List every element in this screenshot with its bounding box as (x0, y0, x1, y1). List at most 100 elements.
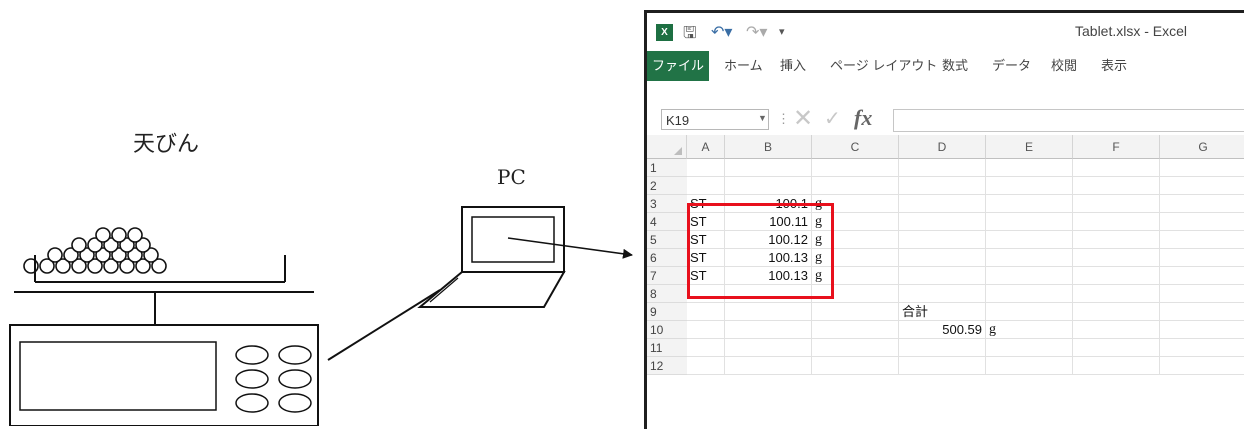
select-all-corner[interactable] (647, 135, 687, 159)
cell-g10[interactable] (1160, 321, 1244, 339)
customize-icon[interactable]: ▾ (779, 25, 785, 38)
cell-e9[interactable] (986, 303, 1073, 321)
name-box-dropdown-icon[interactable]: ▼ (758, 113, 767, 123)
cell-d11[interactable] (899, 339, 986, 357)
cell-e8[interactable] (986, 285, 1073, 303)
cell-f10[interactable] (1073, 321, 1160, 339)
row-header[interactable]: 11 (647, 339, 687, 357)
save-icon[interactable]: 🖫 (683, 22, 697, 49)
cell-d12[interactable] (899, 357, 986, 375)
row-header[interactable]: 12 (647, 357, 687, 375)
cell-g3[interactable] (1160, 195, 1244, 213)
column-header[interactable]: C (812, 135, 899, 159)
row-header[interactable]: 3 (647, 195, 687, 213)
tab-page-layout[interactable]: ページ レイアウト (830, 51, 937, 81)
column-header[interactable]: E (986, 135, 1073, 159)
cell-e12[interactable] (986, 357, 1073, 375)
cell-b9[interactable] (725, 303, 812, 321)
undo-icon[interactable]: ↶▾ (711, 22, 732, 42)
column-header[interactable]: F (1073, 135, 1160, 159)
cell-d2[interactable] (899, 177, 986, 195)
cell-e4[interactable] (986, 213, 1073, 231)
cell-g6[interactable] (1160, 249, 1244, 267)
cell-b11[interactable] (725, 339, 812, 357)
cell-g8[interactable] (1160, 285, 1244, 303)
cell-d5[interactable] (899, 231, 986, 249)
row-header[interactable]: 9 (647, 303, 687, 321)
cell-d3[interactable] (899, 195, 986, 213)
cell-a9[interactable] (687, 303, 725, 321)
row-header[interactable]: 6 (647, 249, 687, 267)
cell-c2[interactable] (812, 177, 899, 195)
cell-f9[interactable] (1073, 303, 1160, 321)
cell-b1[interactable] (725, 159, 812, 177)
cell-g12[interactable] (1160, 357, 1244, 375)
formula-input[interactable] (893, 109, 1244, 132)
cell-e7[interactable] (986, 267, 1073, 285)
cell-d7[interactable] (899, 267, 986, 285)
row-header[interactable]: 2 (647, 177, 687, 195)
cell-e3[interactable] (986, 195, 1073, 213)
cell-d8[interactable] (899, 285, 986, 303)
cell-f8[interactable] (1073, 285, 1160, 303)
row-header[interactable]: 7 (647, 267, 687, 285)
cell-f12[interactable] (1073, 357, 1160, 375)
cell-f11[interactable] (1073, 339, 1160, 357)
name-box[interactable]: K19 (661, 109, 769, 130)
cell-b2[interactable] (725, 177, 812, 195)
cell-a10[interactable] (687, 321, 725, 339)
cell-g4[interactable] (1160, 213, 1244, 231)
cell-c9[interactable] (812, 303, 899, 321)
tab-formulas[interactable]: 数式 (942, 51, 968, 81)
row-header[interactable]: 4 (647, 213, 687, 231)
cell-d4[interactable] (899, 213, 986, 231)
tab-home[interactable]: ホーム (724, 51, 763, 81)
cell-b10[interactable] (725, 321, 812, 339)
cell-d10[interactable]: 500.59 (899, 321, 986, 339)
cell-f5[interactable] (1073, 231, 1160, 249)
cell-e6[interactable] (986, 249, 1073, 267)
cell-g9[interactable] (1160, 303, 1244, 321)
cell-a2[interactable] (687, 177, 725, 195)
cell-g1[interactable] (1160, 159, 1244, 177)
cell-e2[interactable] (986, 177, 1073, 195)
cell-f4[interactable] (1073, 213, 1160, 231)
cell-c10[interactable] (812, 321, 899, 339)
column-header[interactable]: D (899, 135, 986, 159)
tab-data[interactable]: データ (992, 51, 1031, 81)
excel-app-icon[interactable]: X (656, 24, 673, 41)
cell-d1[interactable] (899, 159, 986, 177)
row-header[interactable]: 10 (647, 321, 687, 339)
cell-f7[interactable] (1073, 267, 1160, 285)
cell-e11[interactable] (986, 339, 1073, 357)
cell-e10[interactable]: g (986, 321, 1073, 339)
cell-f3[interactable] (1073, 195, 1160, 213)
row-header[interactable]: 8 (647, 285, 687, 303)
cell-b12[interactable] (725, 357, 812, 375)
cell-g7[interactable] (1160, 267, 1244, 285)
row-header[interactable]: 5 (647, 231, 687, 249)
tab-view[interactable]: 表示 (1101, 51, 1127, 81)
cell-f2[interactable] (1073, 177, 1160, 195)
tab-review[interactable]: 校閲 (1051, 51, 1077, 81)
row-header[interactable]: 1 (647, 159, 687, 177)
tab-insert[interactable]: 挿入 (780, 51, 806, 81)
cancel-icon[interactable]: ✕ (793, 104, 813, 133)
cell-a1[interactable] (687, 159, 725, 177)
cell-d6[interactable] (899, 249, 986, 267)
cell-g5[interactable] (1160, 231, 1244, 249)
column-header[interactable]: B (725, 135, 812, 159)
cell-d9[interactable]: 合計 (899, 303, 986, 321)
cell-f1[interactable] (1073, 159, 1160, 177)
enter-check-icon[interactable]: ✓ (824, 106, 841, 131)
cell-g11[interactable] (1160, 339, 1244, 357)
column-header[interactable]: A (687, 135, 725, 159)
cell-a11[interactable] (687, 339, 725, 357)
cell-f6[interactable] (1073, 249, 1160, 267)
cell-e5[interactable] (986, 231, 1073, 249)
cell-a12[interactable] (687, 357, 725, 375)
tab-file[interactable]: ファイル (647, 51, 709, 81)
cell-g2[interactable] (1160, 177, 1244, 195)
cell-c1[interactable] (812, 159, 899, 177)
insert-function-icon[interactable]: fx (854, 105, 872, 131)
